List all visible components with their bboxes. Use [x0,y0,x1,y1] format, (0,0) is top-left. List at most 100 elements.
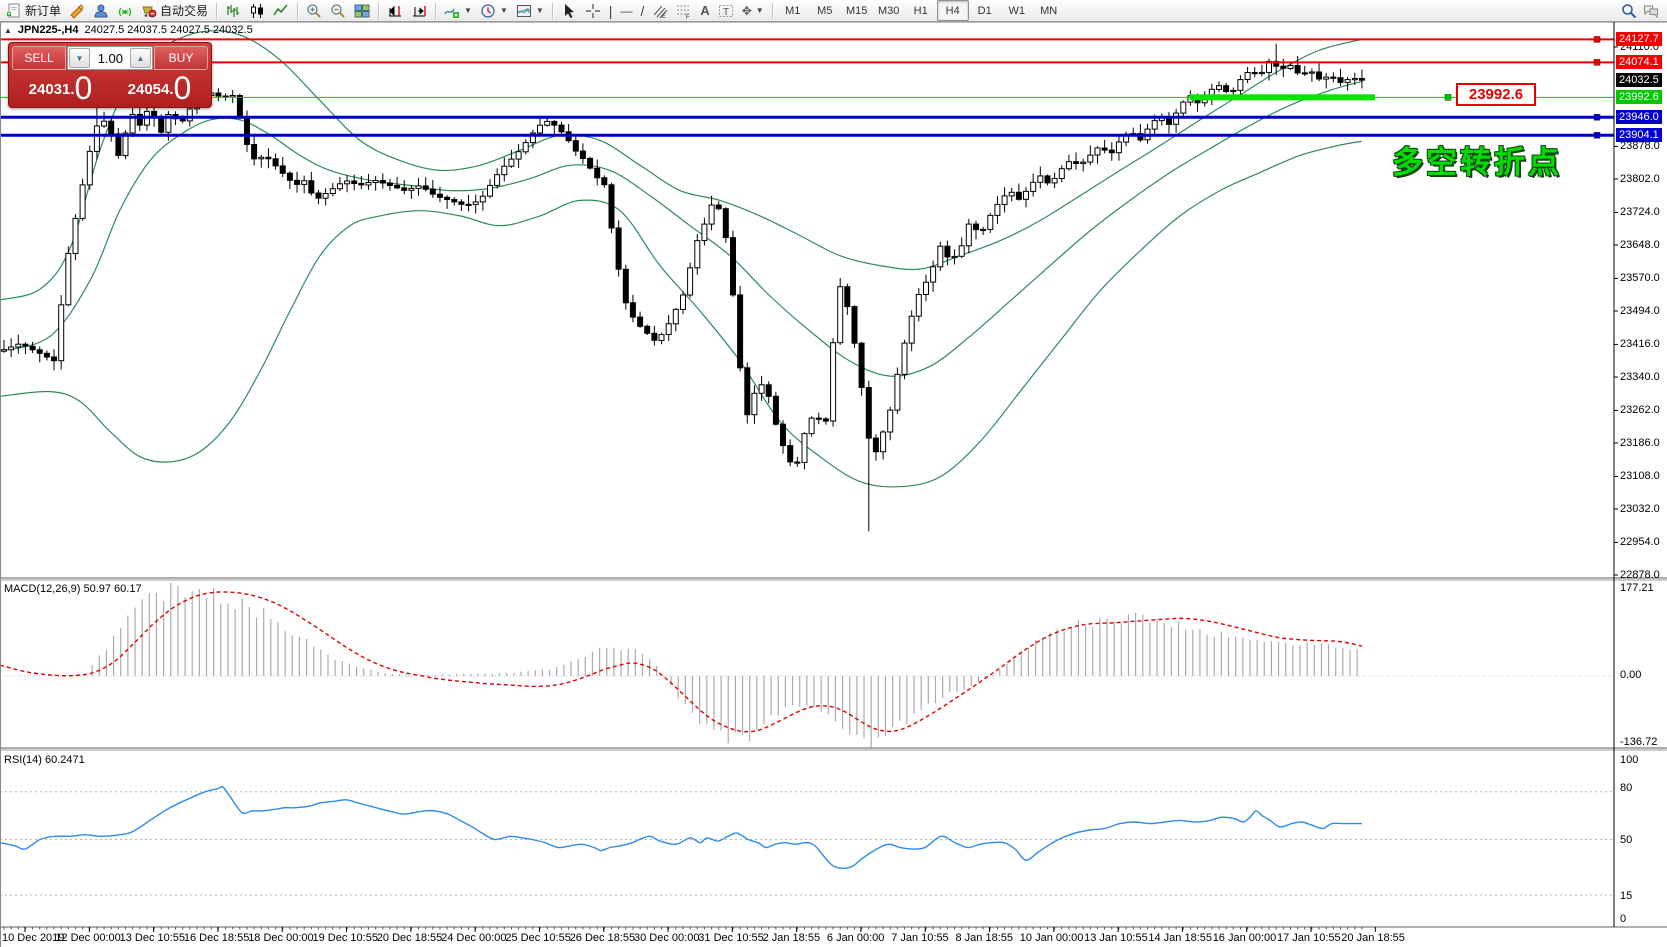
rsi-axis-tick: 80 [1620,782,1632,794]
timeframe-button-M30[interactable]: M30 [873,0,905,21]
price-axis-tag: 23904.1 [1616,128,1662,142]
indicators-icon [444,3,460,19]
new-order-button[interactable]: 新订单 [2,0,65,22]
new-order-icon [6,3,22,19]
time-axis-label: 26 Dec 18:55 [570,932,635,944]
trendline-tool-button[interactable]: / [636,0,648,22]
indicators-dropdown-button[interactable]: ▼ [440,0,476,22]
macd-axis-tick: 177.21 [1620,582,1654,594]
fibonacci-tool-button[interactable]: F [672,0,696,22]
crayon-icon [69,3,85,19]
timeframe-button-W1[interactable]: W1 [1001,0,1033,21]
toolbar-separator [435,3,436,19]
price-axis-tick: 22878.0 [1620,569,1660,581]
crosshair-tool-button[interactable] [581,0,605,22]
rsi-axis-tick: 15 [1620,890,1632,902]
price-axis-tick: 23340.0 [1620,371,1660,383]
label-tool-button[interactable]: T [714,0,738,22]
autotrade-label: 自动交易 [160,2,208,19]
svg-text:F: F [686,14,690,19]
rsi-axis-tick: 50 [1620,834,1632,846]
time-axis-label: 7 Jan 10:55 [891,932,949,944]
auto-scroll-button[interactable] [407,0,431,22]
bar-chart-icon [225,3,241,19]
price-axis-tick: 22954.0 [1620,536,1660,548]
volume-input[interactable]: 1.00 [91,47,129,69]
time-axis-label: 17 Jan 10:55 [1277,932,1341,944]
line-drag-handle [1594,36,1600,42]
buy-button[interactable]: BUY [154,46,208,70]
time-axis-label: 16 Dec 18:55 [184,932,249,944]
volume-decrease-button[interactable]: ▼ [69,48,90,68]
autotrade-button[interactable]: 自动交易 [137,0,212,22]
crayon-button[interactable] [65,0,89,22]
buy-price-display[interactable]: 24054.0 [111,72,208,104]
search-icon[interactable] [1621,3,1637,19]
candlestick-mode-button[interactable] [245,0,269,22]
macd-axis-tick: 0.00 [1620,669,1641,681]
zoom-out-button[interactable] [326,0,350,22]
bar-chart-mode-button[interactable] [221,0,245,22]
rsi-label: RSI(14) 60.2471 [4,754,85,766]
line-chart-mode-button[interactable] [269,0,293,22]
toolbar-separator [552,3,553,19]
price-axis-tick: 23570.0 [1620,272,1660,284]
one-click-trading-panel: SELL ▼ 1.00 ▲ BUY 24031.0 24054.0 [8,42,212,108]
cursor-tool-button[interactable] [557,0,581,22]
collapse-icon[interactable]: ▲ [4,26,12,35]
zoom-in-button[interactable] [302,0,326,22]
zoom-in-icon [306,3,322,19]
toolbar: 新订单 自动交易 [0,0,1667,22]
vertical-line-tool-button[interactable]: | [605,0,617,22]
time-axis-label: 18 Dec 00:00 [248,932,313,944]
time-axis-label: 13 Dec 10:55 [120,932,185,944]
time-axis-label: 12 Dec 00:00 [55,932,120,944]
channel-tool-button[interactable]: E [648,0,672,22]
rsi-axis-tick: 0 [1620,913,1626,925]
arrows-tool-icon: ✥ [742,4,752,18]
volume-increase-button[interactable]: ▲ [130,48,151,68]
sell-price-display[interactable]: 24031.0 [12,72,109,104]
price-axis-tick: 23108.0 [1620,470,1660,482]
chart-symbol-period: JPN225-,H4 [18,24,79,36]
crosshair-icon [585,3,601,19]
community-button[interactable] [89,0,113,22]
price-axis-tag: 23992.6 [1616,90,1662,104]
time-axis-label: 13 Jan 10:55 [1084,932,1148,944]
rsi-axis-tick: 100 [1620,754,1638,766]
dropdown-arrow-icon: ▼ [536,6,544,15]
dropdown-arrow-icon: ▼ [464,6,472,15]
timeframe-button-M1[interactable]: M1 [777,0,809,21]
toolbar-separator [297,3,298,19]
tile-windows-button[interactable] [350,0,374,22]
timeframe-button-MN[interactable]: MN [1033,0,1065,21]
macd-axis-tick: -136.72 [1620,736,1657,748]
timeframe-button-M5[interactable]: M5 [809,0,841,21]
horizontal-line-tool-button[interactable]: — [616,0,636,22]
time-axis-label: 19 Dec 10:55 [313,932,378,944]
arrows-tool-button[interactable]: ✥ ▼ [738,0,768,22]
price-tag-label[interactable]: 23992.6 [1456,83,1536,106]
toolbar-separator [378,3,379,19]
text-tool-button[interactable]: A [696,0,713,22]
timeframe-button-D1[interactable]: D1 [969,0,1001,21]
periods-dropdown-button[interactable]: ▼ [476,0,512,22]
chart-shift-button[interactable] [383,0,407,22]
templates-dropdown-button[interactable]: ▼ [512,0,548,22]
cursor-icon [561,3,577,19]
channel-icon: E [652,3,668,19]
sell-button[interactable]: SELL [12,46,66,70]
timeframe-button-H4[interactable]: H4 [937,0,969,21]
time-axis-label: 8 Jan 18:55 [956,932,1014,944]
timeframe-button-H1[interactable]: H1 [905,0,937,21]
buy-price-main: 24054 [128,77,170,103]
time-axis-label: 10 Jan 00:00 [1020,932,1084,944]
chart-annotation-text: 多空转折点 [1392,137,1562,182]
signal-button[interactable] [113,0,137,22]
chat-icon[interactable] [1643,3,1659,19]
community-icon [93,3,109,19]
timeframe-button-M15[interactable]: M15 [841,0,873,21]
chart-header: ▲ JPN225-,H4 24027.5 24037.5 24027.5 240… [4,24,253,36]
price-axis-tag: 24127.7 [1616,32,1662,46]
time-axis-label: 30 Dec 00:00 [634,932,699,944]
